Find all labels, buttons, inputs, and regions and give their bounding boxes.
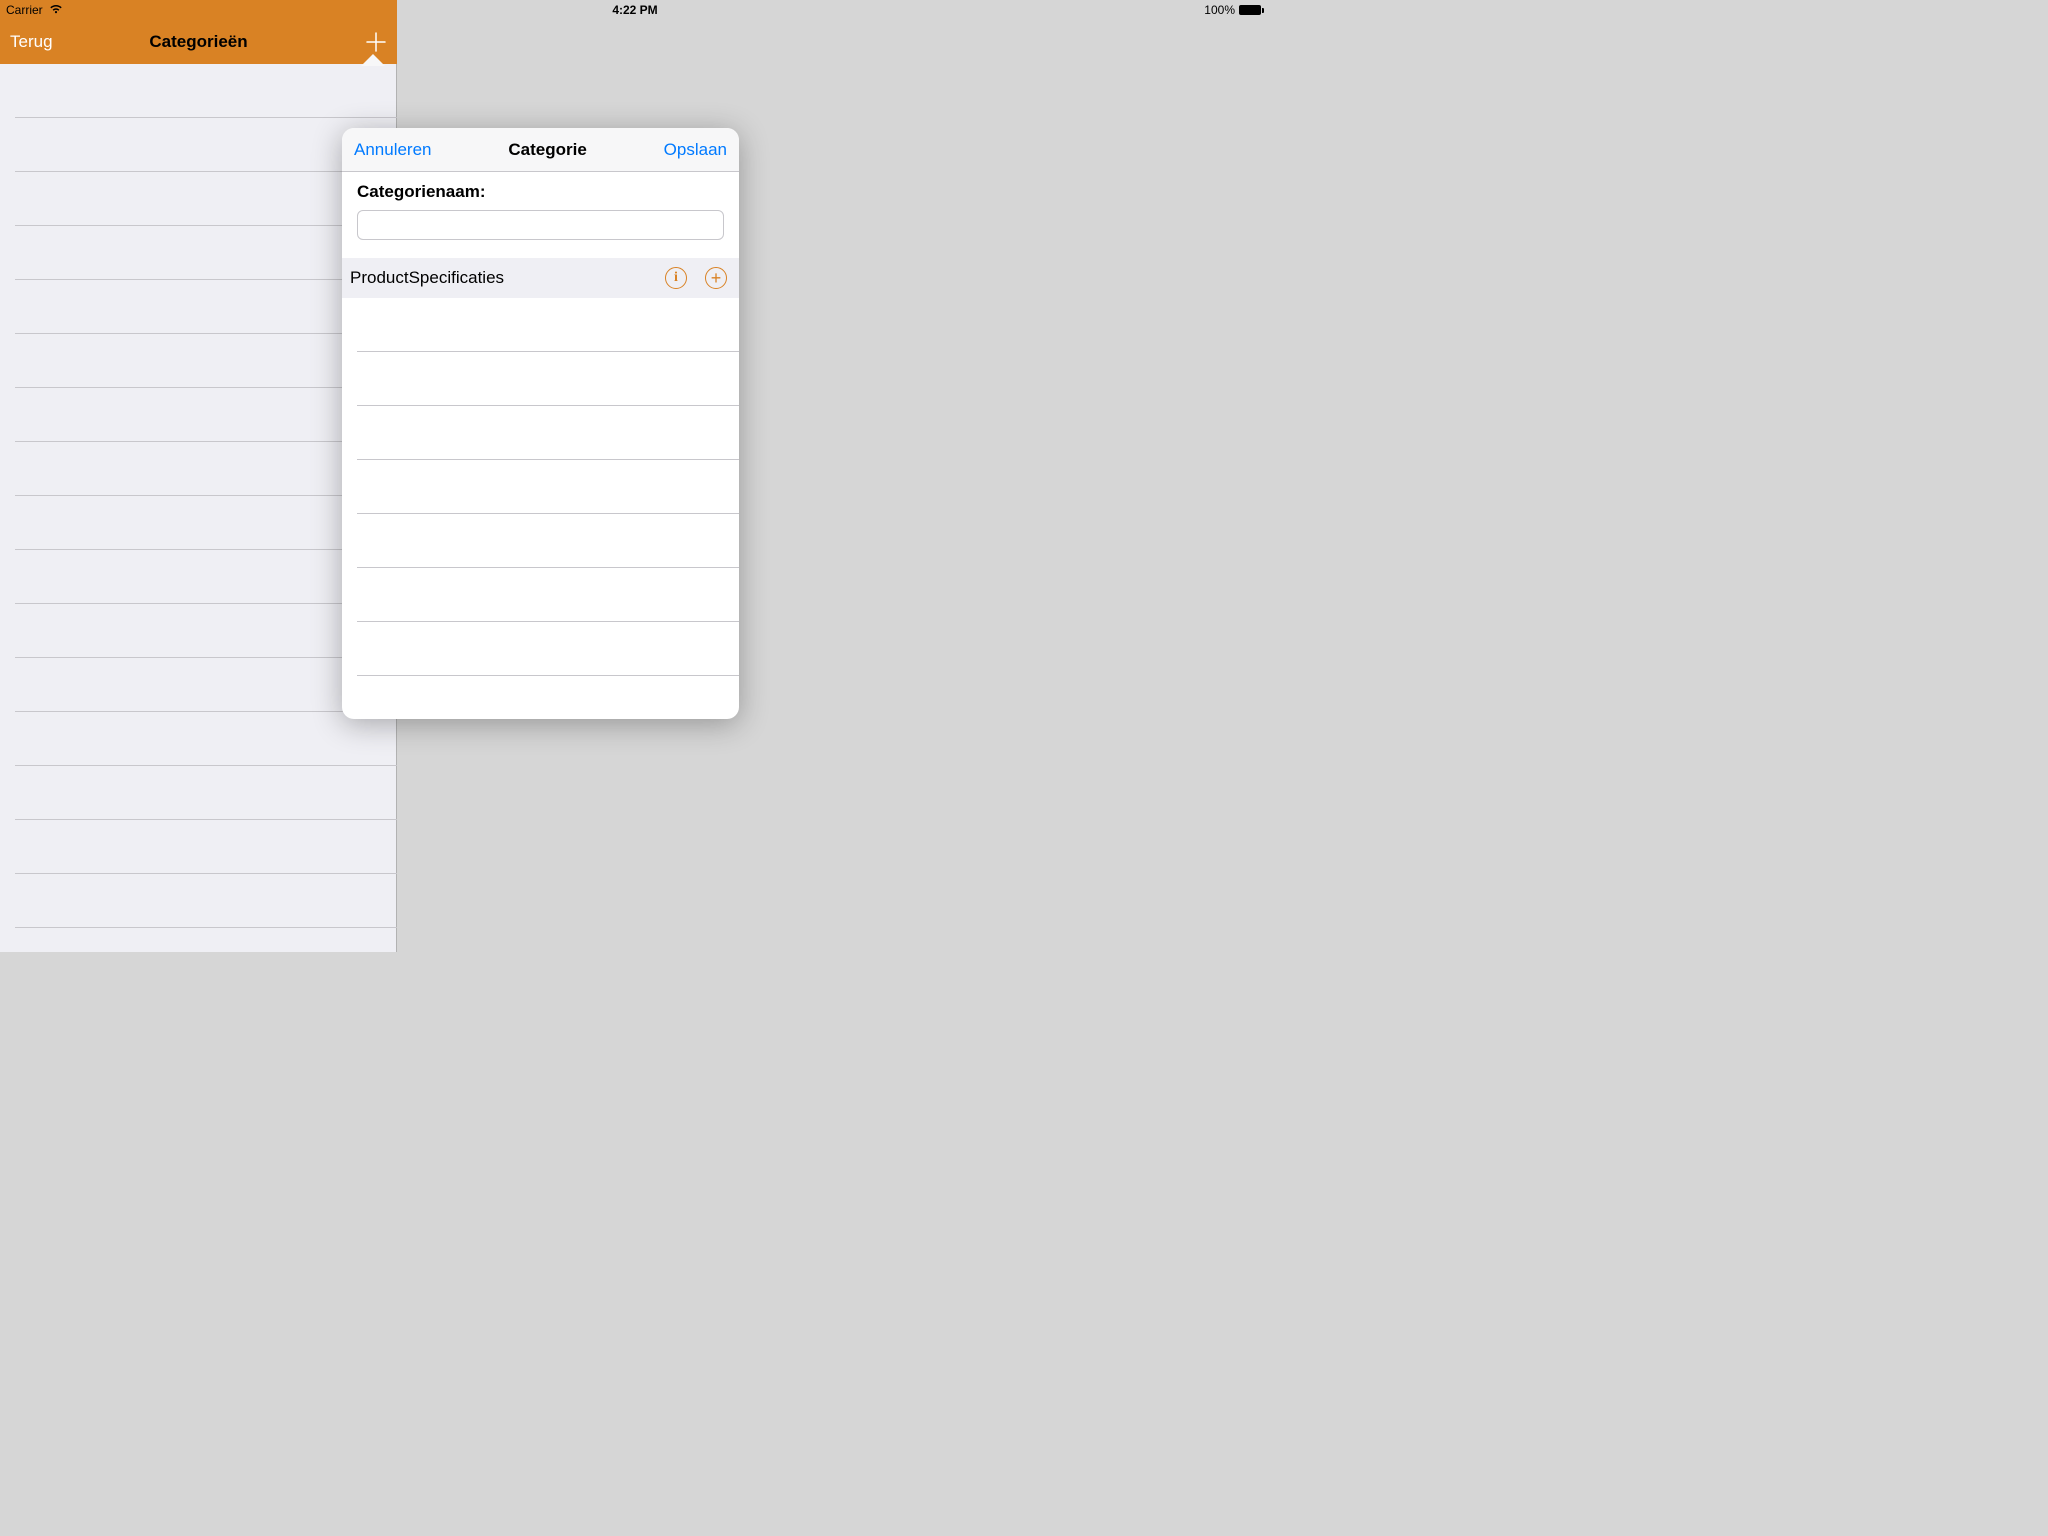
add-spec-button[interactable]: + (705, 267, 727, 289)
back-button[interactable]: Terug (10, 32, 53, 52)
spec-list (342, 298, 739, 676)
carrier-label: Carrier (6, 3, 43, 17)
info-button[interactable]: i (665, 267, 687, 289)
list-item[interactable] (357, 298, 739, 352)
list-item[interactable] (357, 406, 739, 460)
list-item[interactable] (15, 766, 397, 820)
list-item[interactable] (15, 712, 397, 766)
list-item[interactable] (357, 568, 739, 622)
popover-title: Categorie (508, 140, 586, 160)
save-button[interactable]: Opslaan (664, 140, 727, 160)
specs-section-header: ProductSpecificaties i + (342, 258, 739, 298)
list-item[interactable] (357, 352, 739, 406)
list-item[interactable] (15, 820, 397, 874)
status-bar: Carrier 4:22 PM 100% (0, 0, 1270, 20)
plus-icon: + (711, 269, 722, 287)
category-popover: Annuleren Categorie Opslaan Categorienaa… (342, 128, 739, 719)
list-item[interactable] (357, 622, 739, 676)
category-form: Categorienaam: (342, 172, 739, 258)
category-name-input[interactable] (357, 210, 724, 240)
battery-icon (1239, 5, 1264, 15)
plus-icon (365, 31, 387, 53)
list-item[interactable] (357, 514, 739, 568)
add-category-button[interactable] (365, 31, 387, 54)
wifi-icon (49, 3, 63, 17)
list-item[interactable] (15, 658, 397, 712)
list-item[interactable] (15, 874, 397, 928)
specs-section-title: ProductSpecificaties (350, 268, 504, 288)
sidebar-title: Categorieën (149, 32, 247, 52)
popover-arrow (361, 54, 385, 66)
cancel-button[interactable]: Annuleren (354, 140, 432, 160)
battery-percent: 100% (1204, 3, 1235, 17)
list-item[interactable] (357, 460, 739, 514)
popover-header: Annuleren Categorie Opslaan (342, 128, 739, 172)
clock-label: 4:22 PM (612, 3, 657, 17)
info-icon: i (674, 271, 678, 285)
category-name-label: Categorienaam: (357, 182, 724, 202)
